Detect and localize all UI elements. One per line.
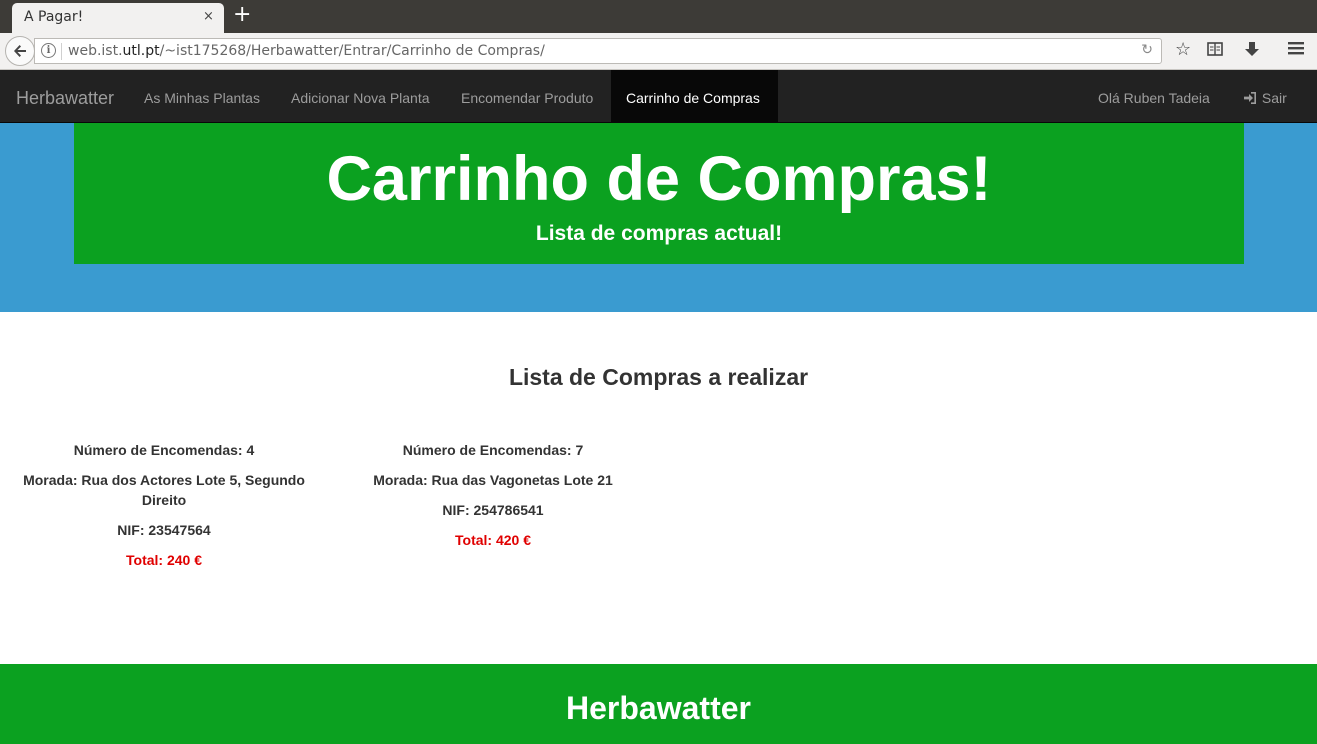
download-icon[interactable] bbox=[1244, 40, 1260, 63]
order-total: Total: 240 € bbox=[126, 552, 202, 568]
url-path: /~ist175268/Herbawatter/Entrar/Carrinho … bbox=[159, 43, 545, 59]
nav-carrinho-compras[interactable]: Carrinho de Compras bbox=[611, 70, 778, 122]
order-count: Número de Encomendas: 4 bbox=[73, 442, 255, 458]
footer-title: Herbawatter bbox=[566, 690, 751, 726]
section-title: Lista de Compras a realizar bbox=[508, 364, 809, 390]
back-arrow-icon[interactable] bbox=[5, 36, 35, 66]
nav-adicionar-planta[interactable]: Adicionar Nova Planta bbox=[276, 70, 445, 122]
user-greeting[interactable]: Olá Ruben Tadeia bbox=[1083, 70, 1225, 122]
brand-link[interactable]: Herbawatter bbox=[16, 88, 114, 109]
nav-minhas-plantas[interactable]: As Minhas Plantas bbox=[129, 70, 275, 122]
browser-tab-bar: A Pagar! × + bbox=[0, 0, 1317, 33]
jumbotron-panel: Carrinho de Compras! Lista de compras ac… bbox=[74, 123, 1244, 264]
new-tab-icon[interactable]: + bbox=[233, 3, 251, 27]
reload-icon[interactable]: ↻ bbox=[1141, 42, 1153, 58]
order-nif: NIF: 23547564 bbox=[117, 522, 211, 538]
url-prefix: web.ist. bbox=[68, 43, 123, 59]
browser-tab[interactable]: A Pagar! × bbox=[12, 3, 224, 33]
order-card: Número de Encomendas: 7 Morada: Rua das … bbox=[343, 440, 643, 560]
order-address: Morada: Rua dos Actores Lote 5, Segundo … bbox=[23, 472, 305, 508]
browser-toolbar: i web.ist.utl.pt/~ist175268/Herbawatter/… bbox=[0, 33, 1317, 70]
order-nif: NIF: 254786541 bbox=[442, 502, 544, 518]
order-total: Total: 420 € bbox=[455, 532, 531, 548]
nav-encomendar-produto[interactable]: Encomendar Produto bbox=[446, 70, 608, 122]
order-count: Número de Encomendas: 7 bbox=[402, 442, 584, 458]
url-bar[interactable]: i web.ist.utl.pt/~ist175268/Herbawatter/… bbox=[34, 38, 1162, 64]
page-subtitle: Lista de compras actual! bbox=[535, 222, 783, 245]
star-icon[interactable]: ☆ bbox=[1175, 40, 1191, 60]
page-title: Carrinho de Compras! bbox=[326, 144, 992, 214]
url-separator bbox=[61, 43, 62, 60]
sign-in-icon bbox=[1244, 92, 1256, 104]
order-address: Morada: Rua das Vagonetas Lote 21 bbox=[373, 472, 613, 488]
hamburger-menu-icon[interactable] bbox=[1287, 40, 1305, 61]
site-navbar: Herbawatter As Minhas Plantas Adicionar … bbox=[0, 70, 1317, 123]
tab-title: A Pagar! bbox=[24, 9, 84, 25]
reader-icon[interactable] bbox=[1206, 40, 1224, 63]
info-icon[interactable]: i bbox=[41, 43, 56, 58]
jumbotron: Carrinho de Compras! Lista de compras ac… bbox=[0, 123, 1317, 312]
order-card: Número de Encomendas: 4 Morada: Rua dos … bbox=[14, 440, 314, 580]
close-tab-icon[interactable]: × bbox=[203, 9, 214, 24]
url-domain: utl.pt bbox=[122, 43, 160, 59]
url-text[interactable]: web.ist.utl.pt/~ist175268/Herbawatter/En… bbox=[68, 43, 545, 59]
logout-label: Sair bbox=[1261, 90, 1287, 106]
logout-link[interactable]: Sair bbox=[1228, 70, 1302, 122]
footer: Herbawatter bbox=[0, 664, 1317, 744]
